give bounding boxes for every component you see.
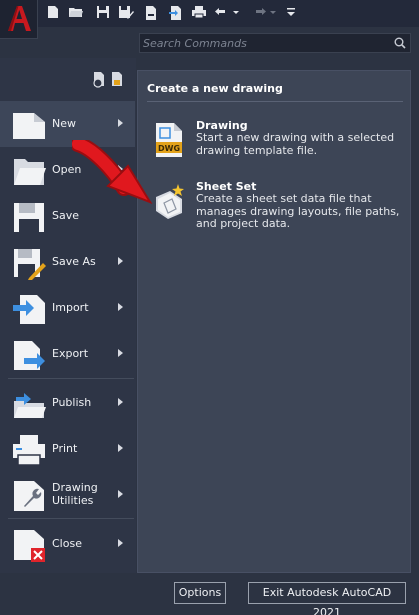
- import-document-icon: [13, 295, 45, 324]
- sheet-set-icon: [156, 184, 184, 219]
- undo-icon[interactable]: [214, 5, 230, 19]
- new-document-icon: [13, 113, 45, 139]
- panel-title: Create a new drawing: [147, 82, 283, 95]
- menu-item-drawing-utilities[interactable]: Drawing Utilities: [0, 472, 135, 518]
- import-icon[interactable]: [168, 5, 182, 20]
- autocad-application-menu: { "search": {"placeholder": "Search Comm…: [0, 0, 419, 615]
- export-document-icon: [14, 341, 45, 370]
- exit-autocad-button[interactable]: Exit Autodesk AutoCAD 2021: [248, 582, 406, 615]
- menu-item-label: Import: [52, 301, 89, 314]
- menu-item-label: Save As: [52, 255, 96, 268]
- submenu-arrow-icon: [118, 490, 123, 498]
- menu-item-label: Save: [52, 209, 80, 222]
- submenu-arrow-icon: [118, 398, 123, 406]
- application-button[interactable]: [0, 0, 38, 39]
- menu-item-save[interactable]: Save: [0, 193, 135, 239]
- search-icon[interactable]: [394, 37, 406, 49]
- submenu-arrow-icon: [118, 444, 123, 452]
- search-input[interactable]: [143, 36, 383, 50]
- menu-item-label: Publish: [52, 396, 92, 409]
- publish-icon: [14, 393, 46, 418]
- publish-icon[interactable]: [144, 5, 158, 20]
- printer-icon: [13, 435, 45, 466]
- menu-item-label: New: [52, 117, 76, 130]
- menu-item-export[interactable]: Export: [0, 331, 135, 377]
- menu-item-import[interactable]: Import: [0, 285, 135, 331]
- save-disk-icon: [14, 203, 44, 232]
- customize-icon[interactable]: [286, 5, 296, 19]
- submenu-arrow-icon: [118, 257, 123, 265]
- submenu-arrow-icon: [118, 349, 123, 357]
- search-box[interactable]: [139, 33, 411, 53]
- title-bar: [0, 0, 419, 27]
- new-sheet-set-entry[interactable]: Sheet Set Create a sheet set data file t…: [148, 180, 406, 234]
- options-button[interactable]: Options: [174, 582, 226, 604]
- menu-item-label: Export: [52, 347, 89, 360]
- print-icon[interactable]: [191, 5, 207, 19]
- save-as-disk-icon: [14, 249, 46, 280]
- menu-divider: [8, 378, 134, 379]
- menu-item-new[interactable]: New: [0, 101, 135, 147]
- undo-dropdown-icon[interactable]: [233, 5, 239, 19]
- entry-description: Create a sheet set data file that manage…: [196, 192, 400, 230]
- menu-divider: [8, 518, 134, 519]
- menu-item-open[interactable]: Open: [0, 147, 135, 193]
- dwg-icon-label: DWG: [158, 144, 180, 153]
- close-document-icon: [14, 530, 45, 562]
- new-icon[interactable]: [46, 5, 60, 19]
- menu-item-publish[interactable]: Publish: [0, 380, 135, 426]
- entry-description: Start a new drawing with a selected draw…: [196, 131, 395, 157]
- menu-item-label: Open: [52, 163, 82, 176]
- new-drawing-entry[interactable]: DWG Drawing Start a new drawing with a s…: [148, 119, 406, 161]
- menu-item-label: Print: [52, 442, 78, 455]
- dwg-file-icon: DWG: [156, 123, 182, 157]
- autocad-logo-icon: [8, 6, 31, 31]
- menu-item-close[interactable]: Close: [0, 521, 135, 567]
- open-icon[interactable]: [68, 5, 84, 19]
- redo-icon[interactable]: [251, 5, 267, 19]
- submenu-arrow-icon: [118, 165, 123, 173]
- menu-item-label: Close: [52, 537, 82, 550]
- panel-divider: [147, 101, 403, 102]
- recent-documents-toggle[interactable]: [92, 70, 132, 93]
- submenu-arrow-icon: [118, 539, 123, 547]
- save-as-icon[interactable]: [118, 5, 134, 19]
- folder-open-icon: [14, 159, 46, 185]
- submenu-arrow-icon: [118, 119, 123, 127]
- drawing-utilities-icon: [14, 481, 44, 511]
- redo-dropdown-icon[interactable]: [270, 5, 276, 19]
- menu-item-save-as[interactable]: Save As: [0, 239, 135, 285]
- save-icon[interactable]: [96, 5, 110, 19]
- submenu-arrow-icon: [118, 303, 123, 311]
- menu-item-label: Drawing Utilities: [52, 481, 98, 507]
- new-submenu-panel: Create a new drawing DWG Drawing Start a…: [137, 70, 411, 573]
- menu-item-print[interactable]: Print: [0, 426, 135, 472]
